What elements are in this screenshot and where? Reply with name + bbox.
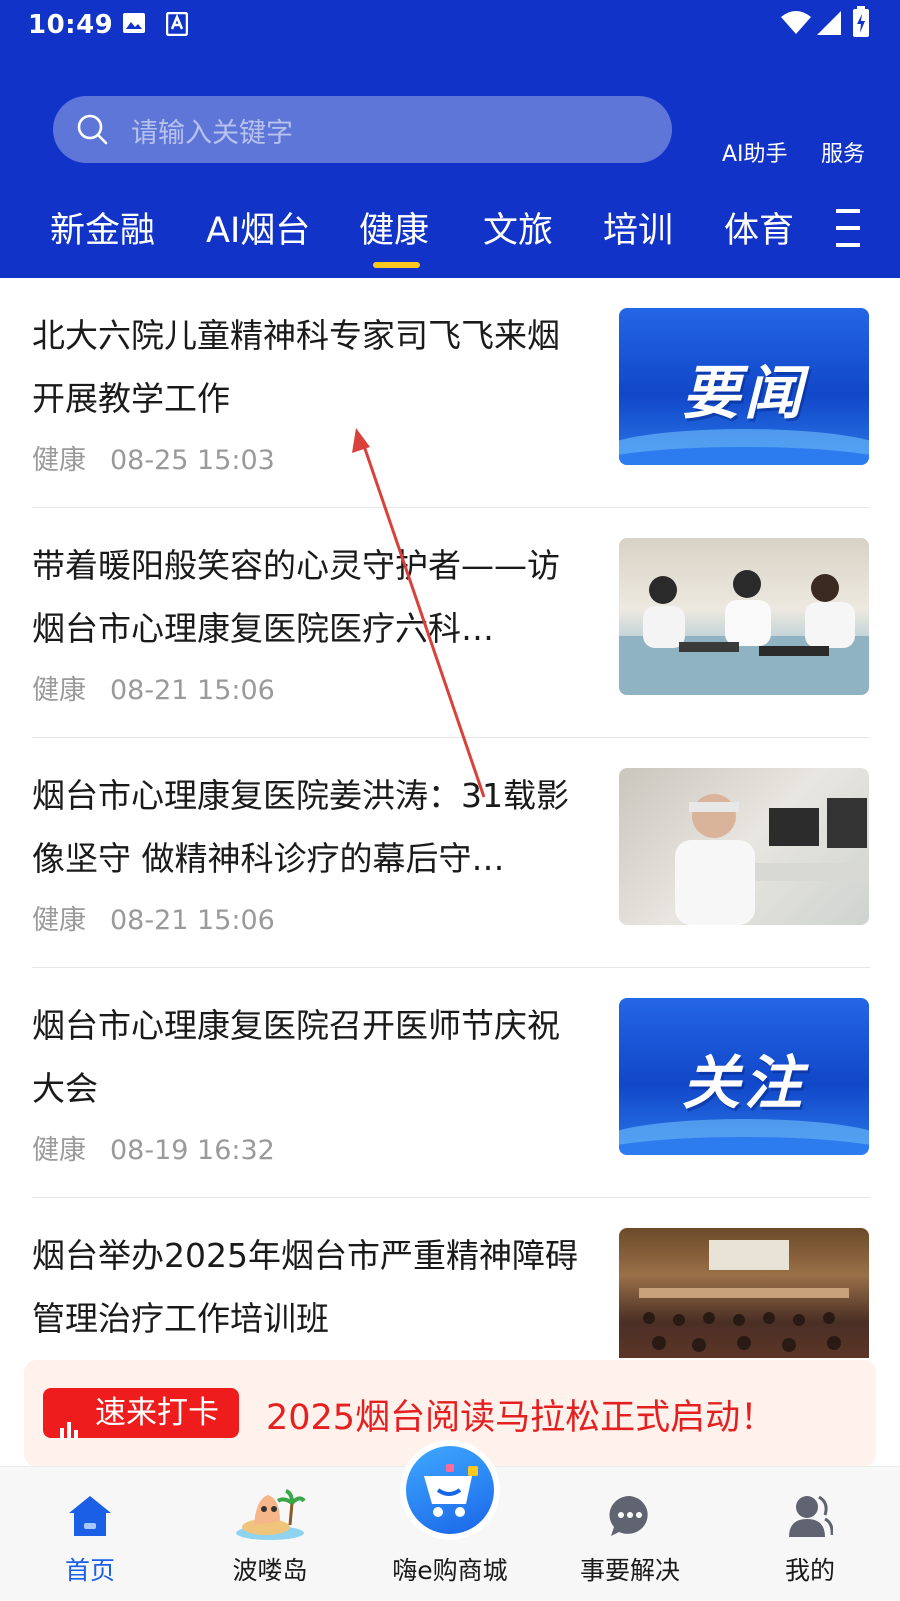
tab-ai-yantai[interactable]: AI烟台 (206, 202, 310, 253)
bar-chart-icon (59, 1405, 81, 1455)
banner-text: 2025烟台阅读马拉松正式启动！ (266, 1398, 776, 1438)
news-thumbnail: 要闻 (619, 308, 869, 465)
chat-icon (607, 1493, 653, 1543)
tab-xinjinrong[interactable]: 新金融 (50, 202, 155, 253)
nav-island[interactable]: 波喽岛 (190, 1467, 350, 1601)
mall-fab-button[interactable] (400, 1440, 500, 1540)
checkin-tag-label: 速来打卡 (95, 1395, 219, 1431)
news-list: 北大六院儿童精神科专家司飞飞来烟开展教学工作 健康 08-25 15:03 要闻 … (0, 278, 900, 1358)
image-icon (122, 12, 146, 38)
nav-label: 事要解决 (579, 1556, 680, 1585)
news-item[interactable]: 烟台市心理康复医院召开医师节庆祝大会 健康 08-19 16:32 关注 (0, 968, 900, 1198)
news-thumbnail: 关注 (619, 998, 869, 1155)
search-icon (75, 112, 109, 150)
news-meta: 健康 08-21 15:06 (32, 675, 275, 706)
news-title: 带着暖阳般笑容的心灵守护者——访烟台市心理康复医院医疗六科… (32, 546, 560, 648)
category-tabs: 新金融 AI烟台 健康 文旅 培训 体育 (0, 192, 900, 278)
island-icon (232, 1485, 308, 1545)
nav-home[interactable]: 首页 (10, 1467, 170, 1601)
tab-sports[interactable]: 体育 (724, 202, 794, 253)
signal-icon (816, 10, 842, 40)
thumbnail-label: 要闻 (681, 359, 806, 427)
nav-affairs[interactable]: 事要解决 (550, 1467, 710, 1601)
user-icon (787, 1493, 834, 1543)
news-item[interactable]: 烟台举办2025年烟台市严重精神障碍 管理治疗工作培训班 (0, 1198, 900, 1358)
news-thumbnail (619, 1228, 869, 1358)
ai-assistant-link[interactable]: AI助手 (722, 136, 788, 168)
news-item[interactable]: 北大六院儿童精神科专家司飞飞来烟开展教学工作 健康 08-25 15:03 要闻 (0, 278, 900, 508)
news-thumbnail (619, 768, 869, 925)
service-link[interactable]: 服务 (821, 136, 865, 168)
nav-label: 波喽岛 (232, 1556, 308, 1585)
tab-culture-travel[interactable]: 文旅 (483, 202, 553, 253)
active-tab-indicator (373, 262, 420, 268)
nav-label: 嗨e购商城 (392, 1556, 508, 1585)
shopping-cart-icon (406, 1446, 494, 1534)
news-title: 北大六院儿童精神科专家司飞飞来烟开展教学工作 (32, 316, 560, 418)
news-title: 烟台市心理康复医院召开医师节庆祝大会 (32, 1006, 560, 1108)
news-title: 烟台举办2025年烟台市严重精神障碍 管理治疗工作培训班 (32, 1236, 578, 1338)
nav-mine[interactable]: 我的 (730, 1467, 890, 1601)
header: 10:49 请输入关键字 AI助手 服务 新金融 AI烟台 健康 文旅 培训 体… (0, 0, 900, 278)
checkin-tag: 速来打卡 (43, 1388, 239, 1440)
search-input[interactable]: 请输入关键字 (53, 96, 672, 163)
news-meta: 健康 08-21 15:06 (32, 905, 275, 936)
status-time: 10:49 (28, 10, 114, 40)
text-icon (165, 11, 189, 40)
menu-icon[interactable] (834, 207, 862, 253)
search-placeholder: 请输入关键字 (131, 118, 293, 149)
wifi-icon (780, 10, 812, 40)
news-meta: 健康 08-25 15:03 (32, 445, 275, 476)
news-item[interactable]: 带着暖阳般笑容的心灵守护者——访烟台市心理康复医院医疗六科… 健康 08-21 1… (0, 508, 900, 738)
news-meta: 健康 08-19 16:32 (32, 1135, 275, 1166)
nav-label: 首页 (64, 1556, 115, 1585)
news-item[interactable]: 烟台市心理康复医院姜洪涛：31载影像坚守 做精神科诊疗的幕后守… 健康 08-21… (0, 738, 900, 968)
battery-icon (852, 6, 870, 42)
home-icon (66, 1493, 114, 1543)
status-bar: 10:49 (0, 0, 900, 50)
news-thumbnail (619, 538, 869, 695)
nav-label: 我的 (784, 1556, 835, 1585)
tab-training[interactable]: 培训 (603, 202, 673, 253)
news-title: 烟台市心理康复医院姜洪涛：31载影像坚守 做精神科诊疗的幕后守… (32, 776, 569, 878)
thumbnail-label: 关注 (681, 1049, 806, 1117)
tab-health[interactable]: 健康 (359, 202, 429, 253)
